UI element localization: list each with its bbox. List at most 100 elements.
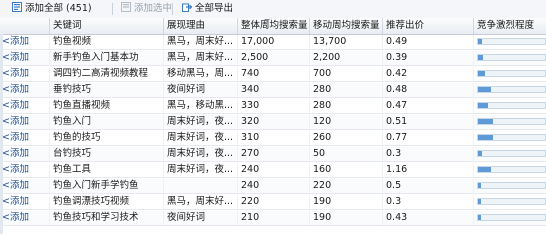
- keyword-cell: 钓鱼技巧和学习技术: [50, 211, 164, 225]
- bid-cell: 0.51: [383, 115, 474, 129]
- keyword-cell: 钓鱼入门新手学钓鱼: [50, 179, 164, 193]
- table-row[interactable]: <添加 台钓技巧 周末好词，夜... 270 50 0.3: [0, 147, 546, 162]
- reason-cell: 周末好词，夜...: [164, 163, 238, 177]
- table-row[interactable]: <添加 钓鱼入门新手学钓鱼 240 220 0.5: [0, 179, 546, 194]
- header-bid[interactable]: 推荐出价: [383, 18, 474, 34]
- competition-bar: [477, 86, 546, 93]
- reason-cell: 移动黑马，周...: [164, 67, 238, 81]
- competition-bar: [477, 118, 546, 125]
- add-keyword-link[interactable]: <添加: [0, 83, 50, 97]
- competition-bar: [477, 134, 546, 141]
- competition-bar-fill: [478, 183, 482, 188]
- export-icon: [182, 3, 192, 12]
- mobile-volume-cell: 13,700: [310, 35, 383, 49]
- mobile-volume-cell: 50: [310, 147, 383, 161]
- table-row[interactable]: <添加 钓鱼工具 周末好词，夜... 240 160 1.16: [0, 163, 546, 178]
- add-keyword-link[interactable]: <添加: [0, 131, 50, 145]
- add-keyword-link[interactable]: <添加: [0, 147, 50, 161]
- pc-volume-cell: 340: [238, 83, 310, 97]
- table-row[interactable]: <添加 钓鱼入门 周末好词，夜... 320 120 0.51: [0, 115, 546, 130]
- table-row[interactable]: <添加 调四钓二高清视频教程 移动黑马，周... 740 700 0.42: [0, 67, 546, 82]
- add-keyword-link[interactable]: <添加: [0, 179, 50, 193]
- pc-volume-cell: 320: [238, 115, 310, 129]
- add-keyword-link[interactable]: <添加: [0, 211, 50, 225]
- sort-indicator-icon: [264, 19, 270, 22]
- mobile-volume-cell: 280: [310, 83, 383, 97]
- competition-bar-fill: [478, 103, 489, 108]
- add-keyword-link[interactable]: <添加: [0, 67, 50, 81]
- competition-bar: [477, 102, 546, 109]
- table-row[interactable]: <添加 新手钓鱼入门基本功 黑马，周末好... 2,500 2,200 0.39: [0, 51, 546, 66]
- keyword-cell: 钓鱼视频: [50, 35, 164, 49]
- keyword-cell: 钓鱼入门: [50, 115, 164, 129]
- header-keyword[interactable]: 关键词: [50, 18, 164, 34]
- header-reason[interactable]: 展现理由: [164, 18, 238, 34]
- mobile-volume-cell: 2,200: [310, 51, 383, 65]
- reason-cell: 黑马，周末好...: [164, 195, 238, 209]
- add-keyword-link[interactable]: <添加: [0, 99, 50, 113]
- pc-volume-cell: 220: [238, 195, 310, 209]
- competition-bar: [477, 38, 546, 45]
- table-row[interactable]: <添加 钓鱼技巧和学习技术 夜间好词 210 190 0.43: [0, 211, 546, 226]
- pc-volume-cell: 330: [238, 99, 310, 113]
- reason-cell: 周末好词，夜...: [164, 115, 238, 129]
- add-list-icon: [12, 2, 22, 12]
- table-header: 关键词 展现理由 整体周均搜索量 移动周均搜索量 推荐出价 竞争激烈程度: [0, 18, 546, 35]
- add-keyword-link[interactable]: <添加: [0, 51, 50, 65]
- toolbar-divider: [172, 3, 173, 15]
- add-keyword-link[interactable]: <添加: [0, 115, 50, 129]
- bid-cell: 0.3: [383, 147, 474, 161]
- competition-bar: [477, 182, 546, 189]
- competition-bar-fill: [478, 119, 493, 124]
- competition-bar-fill: [478, 87, 492, 92]
- competition-bar-fill: [478, 55, 484, 60]
- add-selected-button[interactable]: 添加选中: [121, 0, 172, 18]
- competition-bar-fill: [478, 199, 482, 204]
- bid-cell: 0.42: [383, 67, 474, 81]
- keyword-cell: 钓鱼的技巧: [50, 131, 164, 145]
- table-row[interactable]: <添加 垂钓技巧 夜间好词 340 280 0.48: [0, 83, 546, 98]
- toolbar-divider: [112, 3, 113, 15]
- keyword-cell: 新手钓鱼入门基本功: [50, 51, 164, 65]
- reason-cell: 黑马，周末好...: [164, 35, 238, 49]
- add-all-button[interactable]: 添加全部 (451): [12, 0, 92, 18]
- keyword-cell: 调四钓二高清视频教程: [50, 67, 164, 81]
- mobile-volume-cell: 160: [310, 163, 383, 177]
- pc-volume-cell: 210: [238, 211, 310, 225]
- bid-cell: 0.49: [383, 35, 474, 49]
- header-competition[interactable]: 竞争激烈程度: [474, 18, 546, 34]
- reason-cell: [164, 179, 238, 193]
- mobile-volume-cell: 190: [310, 211, 383, 225]
- mobile-volume-cell: 700: [310, 67, 383, 81]
- reason-cell: 黑马，周末好...: [164, 51, 238, 65]
- pc-volume-cell: 2,500: [238, 51, 310, 65]
- table-row[interactable]: <添加 钓鱼视频 黑马，周末好... 17,000 13,700 0.49: [0, 35, 546, 50]
- competition-bar-fill: [478, 135, 493, 140]
- pc-volume-cell: 740: [238, 67, 310, 81]
- pc-volume-cell: 270: [238, 147, 310, 161]
- add-all-count: (451): [66, 3, 92, 14]
- competition-bar: [477, 54, 546, 61]
- add-all-label: 添加全部: [25, 3, 64, 14]
- add-selected-icon: [121, 2, 131, 12]
- mobile-volume-cell: 260: [310, 131, 383, 145]
- mobile-volume-cell: 120: [310, 115, 383, 129]
- keyword-table: 关键词 展现理由 整体周均搜索量 移动周均搜索量 推荐出价 竞争激烈程度 <添加…: [0, 18, 546, 251]
- pc-volume-cell: 17,000: [238, 35, 310, 49]
- keyword-cell: 钓鱼调漂技巧视频: [50, 195, 164, 209]
- header-mobile-volume[interactable]: 移动周均搜索量: [310, 18, 383, 34]
- mobile-volume-cell: 280: [310, 99, 383, 113]
- mobile-volume-cell: 220: [310, 179, 383, 193]
- competition-bar: [477, 214, 546, 221]
- table-row[interactable]: <添加 钓鱼直播视频 黑马，移动黑... 330 280 0.47: [0, 99, 546, 114]
- table-row[interactable]: <添加 钓鱼调漂技巧视频 黑马，周末好... 220 190 0.3: [0, 195, 546, 210]
- competition-bar: [477, 70, 546, 77]
- competition-bar-fill: [478, 39, 483, 44]
- export-all-button[interactable]: 全部导出: [182, 0, 233, 18]
- header-pc-volume[interactable]: 整体周均搜索量: [238, 18, 310, 34]
- reason-cell: 周末好词，夜...: [164, 131, 238, 145]
- table-row[interactable]: <添加 钓鱼的技巧 周末好词，夜... 310 260 0.77: [0, 131, 546, 146]
- add-keyword-link[interactable]: <添加: [0, 163, 50, 177]
- add-keyword-link[interactable]: <添加: [0, 35, 50, 49]
- add-keyword-link[interactable]: <添加: [0, 195, 50, 209]
